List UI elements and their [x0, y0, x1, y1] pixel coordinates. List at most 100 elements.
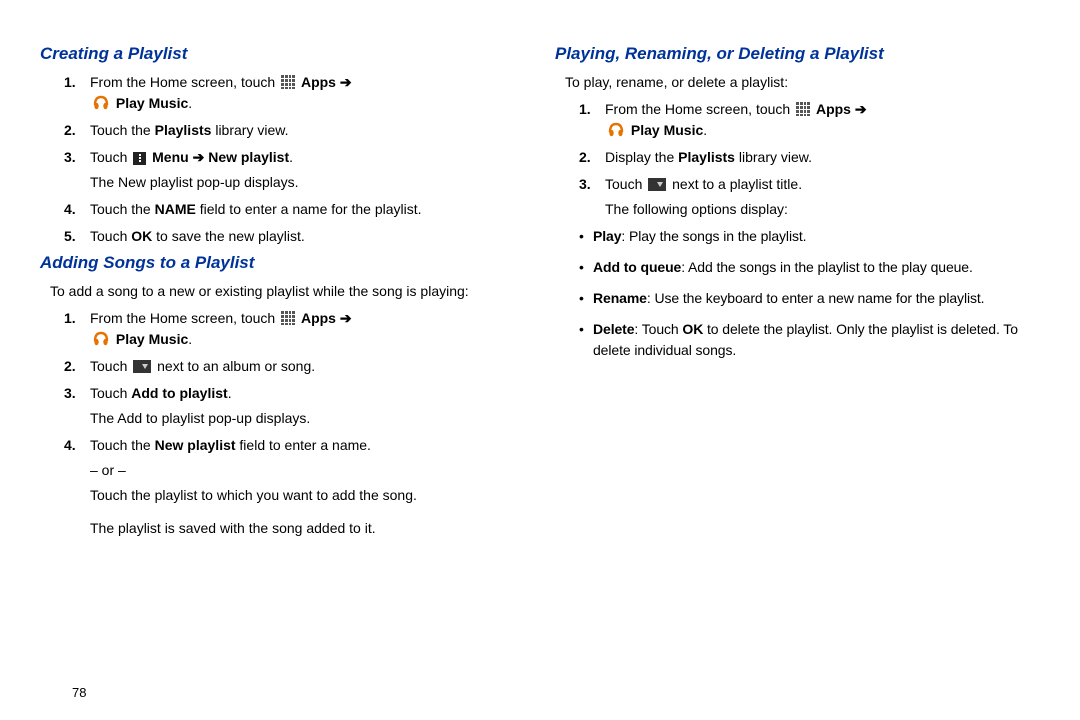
step-text: From the Home screen, touch	[605, 101, 794, 117]
step-number: 2.	[64, 356, 76, 377]
adding-songs-intro: To add a song to a new or existing playl…	[50, 281, 535, 302]
step-number: 3.	[579, 174, 591, 195]
headphones-icon	[607, 122, 625, 138]
step-number: 5.	[64, 226, 76, 247]
prd-intro: To play, rename, or delete a playlist:	[565, 72, 1050, 93]
step-text: field to enter a name for the playlist.	[196, 201, 422, 217]
heading-playing-renaming-deleting: Playing, Renaming, or Deleting a Playlis…	[555, 44, 1050, 64]
step-item: 4. Touch the New playlist field to enter…	[64, 435, 535, 539]
bold-text: Menu ➔ New playlist	[152, 149, 289, 165]
apps-label: Apps	[816, 101, 851, 117]
step-text: Touch the	[90, 122, 155, 138]
arrow-icon: ➔	[336, 74, 352, 90]
apps-label: Apps	[301, 310, 336, 326]
step-number: 3.	[64, 147, 76, 168]
step-text: Touch the	[90, 437, 155, 453]
bold-text: Playlists	[678, 149, 735, 165]
bullet-bold: Delete	[593, 321, 634, 337]
options-bullets: Play: Play the songs in the playlist. Ad…	[579, 226, 1050, 361]
step-subtext: The playlist is saved with the song adde…	[90, 518, 535, 539]
dropdown-triangle-icon	[648, 178, 666, 191]
step-item: 1. From the Home screen, touch Apps ➔ Pl…	[64, 72, 535, 114]
step-number: 1.	[64, 72, 76, 93]
bullet-text: : Touch	[634, 321, 682, 337]
apps-grid-icon	[796, 102, 810, 116]
play-music-label: Play Music	[116, 331, 188, 347]
bullet-item: Play: Play the songs in the playlist.	[579, 226, 1050, 247]
step-text: From the Home screen, touch	[90, 74, 279, 90]
apps-grid-icon	[281, 311, 295, 325]
bullet-item: Rename: Use the keyboard to enter a new …	[579, 288, 1050, 309]
step-text: Display the	[605, 149, 678, 165]
apps-grid-icon	[281, 75, 295, 89]
step-number: 1.	[64, 308, 76, 329]
bold-text: Playlists	[155, 122, 212, 138]
step-number: 4.	[64, 435, 76, 456]
step-subtext: The following options display:	[605, 199, 1050, 220]
step-number: 3.	[64, 383, 76, 404]
step-text: to save the new playlist.	[152, 228, 305, 244]
arrow-icon: ➔	[336, 310, 352, 326]
headphones-icon	[92, 95, 110, 111]
bold-text: New playlist	[155, 437, 236, 453]
step-item: 3. Touch Menu ➔ New playlist. The New pl…	[64, 147, 535, 193]
bullet-bold: Add to queue	[593, 259, 681, 275]
step-text: next to a playlist title.	[672, 176, 802, 192]
step-number: 1.	[579, 99, 591, 120]
bullet-text: : Play the songs in the playlist.	[621, 228, 806, 244]
step-item: 2. Touch the Playlists library view.	[64, 120, 535, 141]
prd-steps: 1. From the Home screen, touch Apps ➔ Pl…	[579, 99, 1050, 220]
bullet-item: Add to queue: Add the songs in the playl…	[579, 257, 1050, 278]
step-item: 1. From the Home screen, touch Apps ➔ Pl…	[64, 308, 535, 350]
menu-dots-icon	[133, 152, 146, 165]
heading-adding-songs: Adding Songs to a Playlist	[40, 253, 535, 273]
step-text: Touch the	[90, 201, 155, 217]
step-item: 2. Touch next to an album or song.	[64, 356, 535, 377]
step-number: 2.	[64, 120, 76, 141]
step-text: Touch	[90, 228, 131, 244]
left-column: Creating a Playlist 1. From the Home scr…	[40, 40, 535, 700]
step-text: Touch	[90, 385, 131, 401]
step-text: next to an album or song.	[157, 358, 315, 374]
bullet-text: : Use the keyboard to enter a new name f…	[647, 290, 985, 306]
dropdown-triangle-icon	[133, 360, 151, 373]
step-subtext: Touch the playlist to which you want to …	[90, 485, 535, 506]
step-text: library view.	[735, 149, 812, 165]
step-item: 3. Touch Add to playlist. The Add to pla…	[64, 383, 535, 429]
page-number: 78	[72, 685, 86, 700]
step-subtext: The New playlist pop-up displays.	[90, 172, 535, 193]
step-subtext: The Add to playlist pop-up displays.	[90, 408, 535, 429]
step-item: 2. Display the Playlists library view.	[579, 147, 1050, 168]
step-text: .	[188, 331, 192, 347]
step-text: From the Home screen, touch	[90, 310, 279, 326]
adding-songs-steps: 1. From the Home screen, touch Apps ➔ Pl…	[64, 308, 535, 539]
step-subtext: – or –	[90, 460, 535, 481]
step-text: Touch	[90, 358, 131, 374]
step-text: Touch	[605, 176, 646, 192]
right-column: Playing, Renaming, or Deleting a Playlis…	[555, 40, 1050, 700]
step-number: 2.	[579, 147, 591, 168]
step-item: 1. From the Home screen, touch Apps ➔ Pl…	[579, 99, 1050, 141]
step-item: 3. Touch next to a playlist title. The f…	[579, 174, 1050, 220]
step-text: .	[703, 122, 707, 138]
bullet-bold: Rename	[593, 290, 647, 306]
play-music-label: Play Music	[116, 95, 188, 111]
step-text: library view.	[211, 122, 288, 138]
bullet-item: Delete: Touch OK to delete the playlist.…	[579, 319, 1050, 361]
apps-label: Apps	[301, 74, 336, 90]
bullet-bold: OK	[682, 321, 703, 337]
step-text: .	[188, 95, 192, 111]
step-item: 5. Touch OK to save the new playlist.	[64, 226, 535, 247]
step-number: 4.	[64, 199, 76, 220]
step-item: 4. Touch the NAME field to enter a name …	[64, 199, 535, 220]
bold-text: OK	[131, 228, 152, 244]
heading-creating-playlist: Creating a Playlist	[40, 44, 535, 64]
bold-text: Add to playlist	[131, 385, 227, 401]
step-text: field to enter a name.	[236, 437, 371, 453]
step-text: .	[289, 149, 293, 165]
creating-playlist-steps: 1. From the Home screen, touch Apps ➔ Pl…	[64, 72, 535, 247]
play-music-label: Play Music	[631, 122, 703, 138]
bullet-text: : Add the songs in the playlist to the p…	[681, 259, 973, 275]
step-text: Touch	[90, 149, 131, 165]
step-text: .	[228, 385, 232, 401]
